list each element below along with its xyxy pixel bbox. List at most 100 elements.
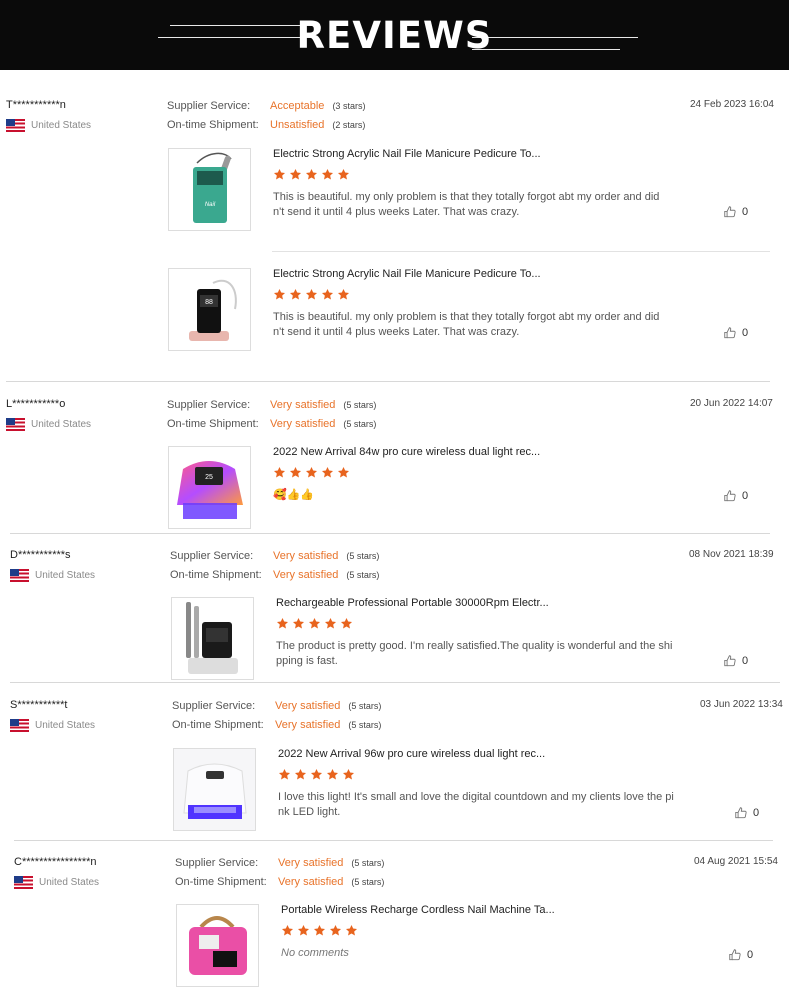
- review-card: D***********s United States 08 Nov 2021 18…: [10, 549, 789, 582]
- reviews-header: REVIEWS: [0, 0, 789, 70]
- like-count: 0: [747, 948, 754, 961]
- rating-stars: [273, 288, 353, 304]
- review-product: 88 Electric Strong Acrylic Nail File Mani…: [168, 268, 688, 351]
- shipment-stars: (5 stars): [351, 877, 385, 887]
- like-count: 0: [742, 489, 749, 502]
- rating-stars: [273, 168, 353, 184]
- like-count: 0: [753, 806, 760, 819]
- star-icon: [276, 617, 292, 634]
- product-image[interactable]: [176, 904, 259, 987]
- star-icon: [305, 288, 321, 305]
- thumbs-up-icon: [728, 949, 747, 961]
- shipment-row: On-time Shipment: Very satisfied (5 stars): [175, 876, 384, 888]
- supplier-service-stars: (3 stars): [332, 101, 366, 111]
- country-label: United States: [35, 720, 96, 732]
- star-icon: [289, 168, 305, 185]
- star-icon: [297, 924, 313, 941]
- rating-stars: [281, 924, 361, 940]
- review-card: L***********o United States 20 Jun 2022 14…: [6, 398, 789, 431]
- shipment-label: On-time Shipment:: [170, 569, 262, 581]
- product-name-link[interactable]: Portable Wireless Recharge Cordless Nail…: [281, 904, 555, 916]
- review-comment: I love this light! It's small and love t…: [278, 791, 674, 818]
- supplier-service-stars: (5 stars): [346, 551, 380, 561]
- review-divider: [10, 533, 770, 534]
- review-card: T***********n United States 24 Feb 2023 16…: [6, 99, 789, 132]
- supplier-service-stars: (5 stars): [348, 701, 382, 711]
- star-icon: [278, 768, 294, 785]
- product-name-link[interactable]: 2022 New Arrival 84w pro cure wireless d…: [273, 446, 540, 458]
- us-flag-icon: [6, 418, 25, 431]
- country-label: United States: [31, 120, 92, 132]
- supplier-service-stars: (5 stars): [343, 400, 377, 410]
- review-product: 25 2022 New Arrival 84w pro cure wireless…: [168, 446, 688, 529]
- review-date: 04 Aug 2021 15:54: [694, 856, 778, 867]
- supplier-service-label: Supplier Service:: [172, 700, 256, 712]
- product-name-link[interactable]: Electric Strong Acrylic Nail File Manicu…: [273, 148, 541, 160]
- supplier-service-label: Supplier Service:: [170, 550, 254, 562]
- product-image[interactable]: [173, 748, 256, 831]
- thumbs-up-icon: [723, 327, 742, 339]
- supplier-service-stars: (5 stars): [351, 858, 385, 868]
- product-image[interactable]: 88: [168, 268, 251, 351]
- reviewer-name: S***********t: [10, 699, 68, 711]
- supplier-service-row: Supplier Service: Very satisfied (5 stars): [170, 550, 379, 562]
- helpful-like-button[interactable]: 0: [734, 806, 759, 820]
- shipment-stars: (5 stars): [343, 419, 377, 429]
- rating-stars: [278, 768, 358, 784]
- product-name-link[interactable]: Electric Strong Acrylic Nail File Manicu…: [273, 268, 541, 280]
- supplier-service-value: Very satisfied: [278, 857, 344, 869]
- svg-text:Nail: Nail: [205, 202, 216, 208]
- product-name-link[interactable]: 2022 New Arrival 96w pro cure wireless d…: [278, 748, 545, 760]
- star-icon: [340, 617, 356, 634]
- review-product: Nail Electric Strong Acrylic Nail File Ma…: [168, 148, 688, 231]
- us-flag-icon: [10, 719, 29, 732]
- shipment-label: On-time Shipment:: [167, 418, 259, 430]
- star-icon: [305, 466, 321, 483]
- thumbs-up-icon: [723, 490, 742, 502]
- country-label: United States: [39, 877, 100, 889]
- helpful-like-button[interactable]: 0: [728, 948, 753, 962]
- star-icon: [337, 466, 353, 483]
- supplier-service-label: Supplier Service:: [167, 399, 251, 411]
- reviewer-country: United States: [14, 876, 99, 889]
- shipment-stars: (5 stars): [348, 720, 382, 730]
- reviewer-name: D***********s: [10, 549, 71, 561]
- product-name-link[interactable]: Rechargeable Professional Portable 30000…: [276, 597, 549, 609]
- supplier-service-value: Very satisfied: [270, 399, 336, 411]
- star-icon: [345, 924, 361, 941]
- shipment-row: On-time Shipment: Unsatisfied (2 stars): [167, 119, 365, 131]
- review-date: 08 Nov 2021 18:39: [689, 549, 774, 560]
- shipment-row: On-time Shipment: Very satisfied (5 stars): [170, 569, 379, 581]
- rating-stars: [276, 617, 356, 633]
- star-icon: [326, 768, 342, 785]
- review-comment: The product is pretty good. I'm really s…: [276, 640, 673, 667]
- shipment-value: Very satisfied: [278, 876, 344, 888]
- thumbs-up-icon: [723, 655, 742, 667]
- supplier-service-value: Very satisfied: [273, 550, 339, 562]
- rating-stars: [273, 466, 353, 482]
- review-card: C****************n United States 04 Aug 20…: [14, 856, 789, 889]
- product-image[interactable]: [171, 597, 254, 680]
- shipment-value: Very satisfied: [270, 418, 336, 430]
- product-divider: [272, 251, 770, 252]
- product-image[interactable]: 25: [168, 446, 251, 529]
- shipment-label: On-time Shipment:: [172, 719, 264, 731]
- shipment-label: On-time Shipment:: [167, 119, 259, 131]
- star-icon: [289, 466, 305, 483]
- shipment-value: Very satisfied: [275, 719, 341, 731]
- product-image[interactable]: Nail: [168, 148, 251, 231]
- supplier-service-row: Supplier Service: Very satisfied (5 stars): [175, 857, 384, 869]
- helpful-like-button[interactable]: 0: [723, 205, 748, 219]
- review-divider: [14, 840, 773, 841]
- helpful-like-button[interactable]: 0: [723, 489, 748, 503]
- star-icon: [324, 617, 340, 634]
- supplier-service-label: Supplier Service:: [175, 857, 259, 869]
- star-icon: [321, 466, 337, 483]
- us-flag-icon: [6, 119, 25, 132]
- star-icon: [308, 617, 324, 634]
- helpful-like-button[interactable]: 0: [723, 326, 748, 340]
- helpful-like-button[interactable]: 0: [723, 654, 748, 668]
- thumbs-up-icon: [734, 807, 753, 819]
- reviewer-country: United States: [10, 719, 95, 732]
- star-icon: [329, 924, 345, 941]
